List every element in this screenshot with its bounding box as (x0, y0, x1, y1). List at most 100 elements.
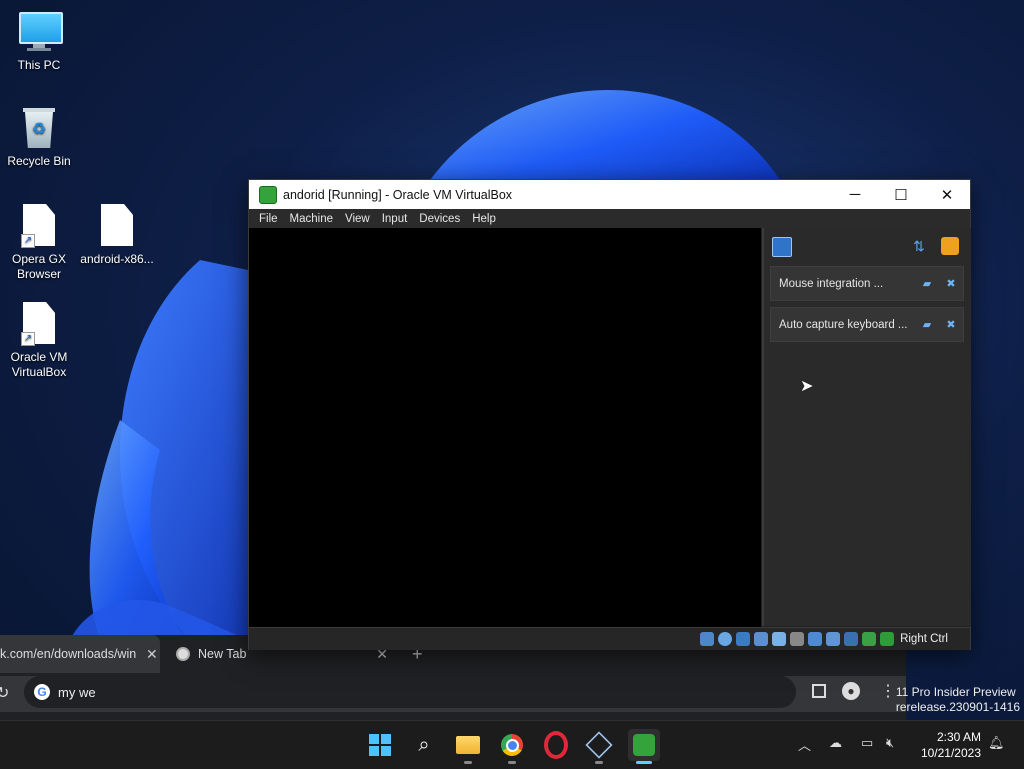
hard-disk-icon[interactable] (700, 632, 715, 646)
menu-view[interactable]: View (345, 213, 370, 225)
menu-bar: File Machine View Input Devices Help (249, 209, 970, 228)
taskbar: ⌕ ︿ ☁ ▭ 🔇︎ 2:30 AM 10/21/2023 🔔︎ (0, 720, 1024, 769)
profile-icon[interactable]: ● (842, 682, 860, 700)
maximize-button[interactable]: ☐ (878, 180, 924, 209)
virtualbox-vm-icon (633, 734, 655, 756)
desktop-icon-label: Opera GX Browser (11, 252, 67, 281)
network-icon[interactable] (754, 632, 769, 646)
notification-toggle-icon[interactable] (772, 237, 792, 257)
omnibox[interactable]: G my we (24, 676, 796, 708)
display-icon[interactable] (808, 632, 823, 646)
vt-x-icon[interactable] (844, 632, 859, 646)
clear-all-icon[interactable] (941, 237, 959, 255)
notification-center: ⇅ Mouse integration ... ▰ ✖ Auto capture… (762, 228, 971, 626)
file-explorer-button[interactable] (452, 729, 484, 764)
minimize-button[interactable]: ─ (832, 180, 878, 209)
desktop-icon-virtualbox[interactable]: ↗ Oracle VM VirtualBox (0, 302, 79, 380)
desktop-icon-label: Oracle VM VirtualBox (10, 350, 68, 379)
browser-toolbar: ↻ G my we ● ⋮ (0, 676, 906, 712)
host-key-label: Right Ctrl (900, 633, 948, 645)
desktop-icon-this-pc[interactable]: This PC (0, 10, 79, 73)
clock-date: 10/21/2023 (920, 746, 981, 760)
close-notification-icon[interactable]: ✖ (939, 318, 963, 331)
notification-item[interactable]: Auto capture keyboard ... ▰ ✖ (770, 307, 964, 342)
side-panel-icon[interactable] (812, 684, 826, 698)
host-key-icon[interactable] (880, 632, 895, 646)
onedrive-icon[interactable]: ☁ (829, 735, 842, 751)
tab-title: k.com/en/downloads/win (0, 647, 136, 661)
browser-tab[interactable]: k.com/en/downloads/win ✕ (0, 635, 160, 673)
optical-drive-icon[interactable] (718, 632, 733, 646)
file-shortcut-icon: ↗ (17, 204, 61, 248)
desktop-icon-label: Recycle Bin (7, 154, 71, 168)
menu-kebab-icon[interactable]: ⋮ (880, 681, 896, 701)
windows-watermark: 11 Pro Insider Preview rerelease.230901-… (896, 685, 1020, 715)
file-icon (95, 204, 139, 248)
search-button[interactable]: ⌕ (408, 729, 440, 761)
system-clock[interactable]: 2:30 AM 10/21/2023 (921, 729, 981, 761)
start-button[interactable] (364, 729, 396, 761)
notification-header: ⇅ (764, 228, 971, 262)
watermark-line: 11 Pro Insider Preview (895, 685, 1016, 699)
chevron-up-icon[interactable]: ︿ (798, 735, 811, 754)
running-indicator (464, 761, 472, 764)
menu-input[interactable]: Input (382, 213, 408, 225)
menu-machine[interactable]: Machine (290, 213, 333, 225)
notification-text: Auto capture keyboard ... (779, 318, 908, 331)
desktop-icon-android-x86[interactable]: android-x86... (77, 204, 157, 267)
desktop-icon-opera-gx[interactable]: ↗ Opera GX Browser (0, 204, 79, 282)
virtualbox-vm-window: andorid [Running] - Oracle VM VirtualBox… (248, 179, 971, 650)
opera-button[interactable] (540, 729, 572, 761)
shortcut-arrow-icon: ↗ (21, 332, 35, 346)
notification-item[interactable]: Mouse integration ... ▰ ✖ (770, 266, 964, 301)
reload-icon[interactable]: ↻ (0, 683, 9, 703)
omnibox-text: my we (58, 684, 96, 700)
search-icon: ⌕ (418, 733, 430, 756)
active-indicator (636, 761, 652, 764)
chrome-icon (176, 647, 190, 661)
audio-icon[interactable] (736, 632, 751, 646)
desktop-icon-recycle-bin[interactable]: ♻ Recycle Bin (0, 106, 79, 169)
window-title: andorid [Running] - Oracle VM VirtualBox (283, 187, 513, 202)
virtualbox-vm-button[interactable] (628, 729, 660, 764)
virtualbox-icon (259, 185, 277, 204)
sort-icon[interactable]: ⇅ (910, 237, 928, 255)
file-shortcut-icon: ↗ (17, 302, 61, 346)
menu-devices[interactable]: Devices (419, 213, 460, 225)
running-indicator (595, 761, 603, 764)
virtualbox-manager-icon (585, 731, 613, 759)
mouse-pointer-icon: ➤ (800, 378, 814, 395)
usb-icon[interactable] (772, 632, 787, 646)
dont-show-again-icon[interactable]: ▰ (915, 318, 939, 331)
shortcut-arrow-icon: ↗ (21, 234, 35, 248)
vm-status-bar: Right Ctrl (249, 627, 970, 650)
watermark-line: rerelease.230901-1416 (895, 700, 1020, 714)
chrome-button[interactable] (496, 729, 528, 764)
desktop-icon-label: This PC (17, 58, 61, 72)
desktop-icon-label: android-x86... (80, 252, 154, 266)
network-icon[interactable]: ▭ (861, 735, 873, 751)
recording-icon[interactable] (826, 632, 841, 646)
shared-folders-icon[interactable] (790, 632, 805, 646)
virtualbox-manager-button[interactable] (583, 729, 615, 764)
monitor-icon (17, 10, 63, 54)
window-titlebar[interactable]: andorid [Running] - Oracle VM VirtualBox… (249, 180, 970, 209)
dont-show-again-icon[interactable]: ▰ (915, 277, 939, 290)
menu-help[interactable]: Help (472, 213, 496, 225)
close-button[interactable]: ✕ (924, 180, 970, 209)
notification-bell-icon[interactable]: 🔔︎ (988, 735, 1005, 751)
vm-display[interactable] (249, 228, 761, 627)
mouse-integration-icon[interactable] (862, 632, 877, 646)
chrome-icon (501, 734, 523, 756)
menu-file[interactable]: File (259, 213, 278, 225)
google-icon: G (34, 684, 50, 700)
running-indicator (508, 761, 516, 764)
start-icon (369, 734, 391, 756)
recycle-bin-icon: ♻ (17, 106, 61, 150)
close-tab-icon[interactable]: ✕ (146, 646, 158, 663)
volume-muted-icon[interactable]: 🔇︎ (886, 735, 894, 751)
notification-text: Mouse integration ... (779, 277, 884, 290)
file-explorer-icon (456, 736, 480, 754)
close-notification-icon[interactable]: ✖ (939, 277, 963, 290)
clock-time: 2:30 AM (936, 730, 981, 744)
